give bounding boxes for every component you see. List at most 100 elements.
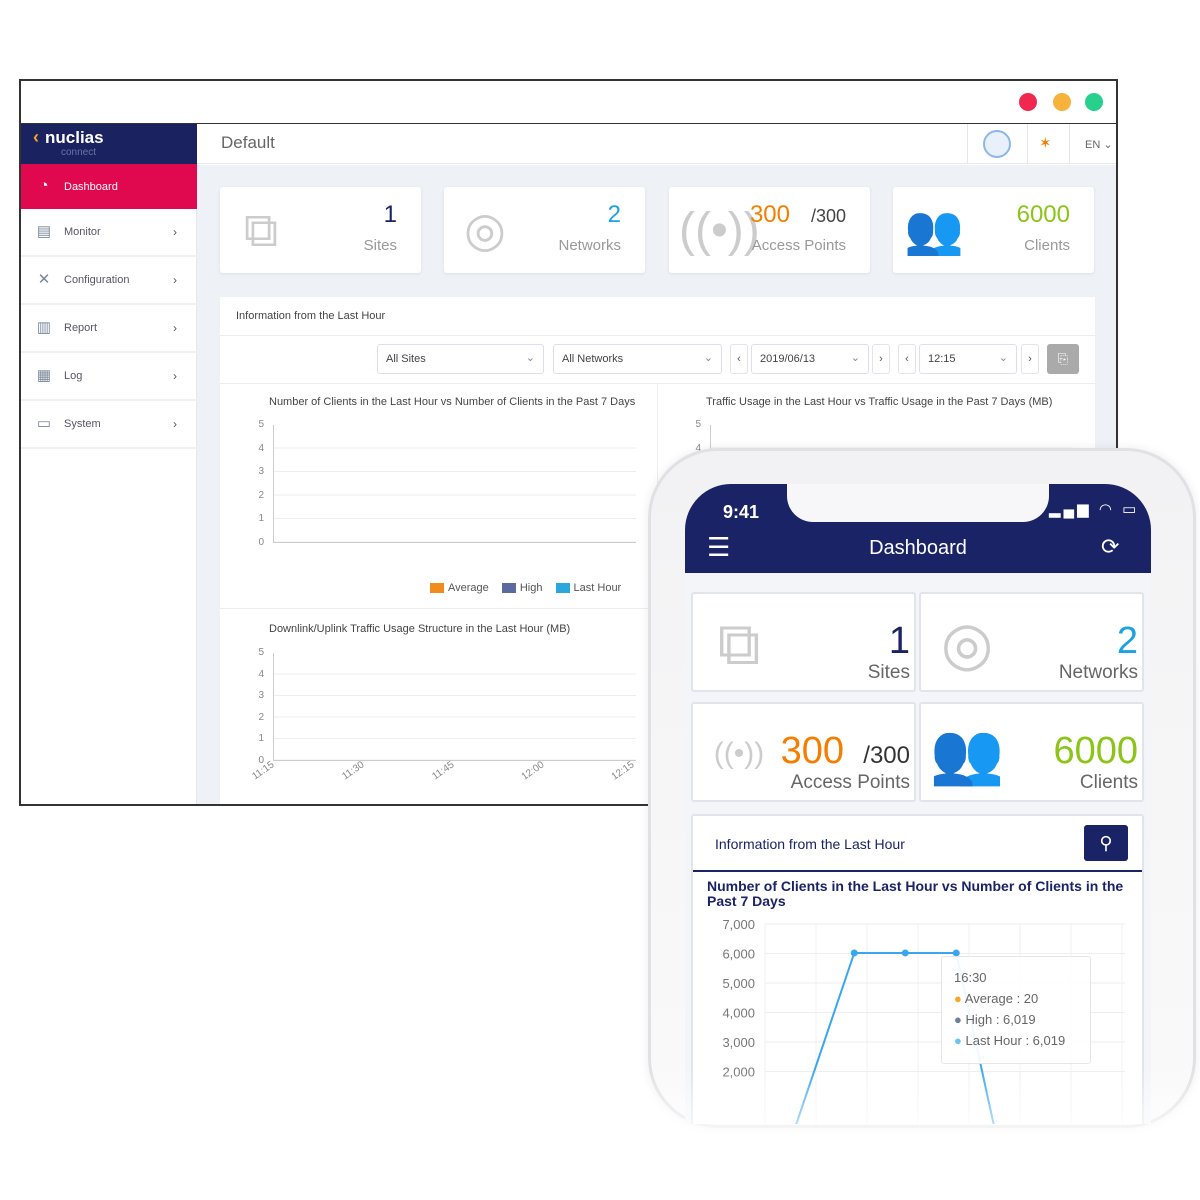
- minimize-button[interactable]: [1053, 93, 1071, 111]
- header-divider: [1027, 124, 1028, 164]
- search-report-button[interactable]: ⎘: [1047, 344, 1079, 374]
- sidebar-item-log[interactable]: ▦ Log ›: [21, 353, 197, 401]
- sidebar: ‹ nuclias connect ◔ Dashboard ▤ Monitor › ✕…: [21, 124, 197, 804]
- monitor-icon: ▤: [36, 223, 52, 240]
- sidebar-item-label: System: [64, 418, 101, 430]
- tooltip-dot: ●: [954, 1033, 962, 1048]
- traffic-structure-chart-area: [273, 653, 636, 761]
- prev-time-button[interactable]: ‹: [898, 344, 916, 374]
- bottom-fade: [640, 1068, 1200, 1200]
- wireless-router-icon: ((•)): [713, 737, 765, 770]
- card-label: Clients: [1079, 772, 1138, 793]
- sidebar-item-label: Configuration: [64, 274, 130, 286]
- network-select[interactable]: All Networks ⌄: [553, 344, 722, 374]
- access-points-card[interactable]: ((•)) 300/300 Access Points: [669, 187, 870, 273]
- data-point[interactable]: [901, 949, 909, 957]
- clients-chart-area: [273, 425, 636, 543]
- users-icon: 👥: [904, 204, 964, 257]
- x-tick-label: 11:30: [340, 759, 367, 783]
- sidebar-item-dashboard[interactable]: ◔ Dashboard: [21, 164, 197, 209]
- globe-icon: ◎: [464, 204, 506, 257]
- sidebar-item-label: Monitor: [64, 226, 101, 238]
- language-select[interactable]: EN ⌄: [1085, 138, 1113, 151]
- magic-wand-icon[interactable]: ✶: [1039, 134, 1052, 152]
- tools-icon: ✕: [37, 271, 51, 288]
- sidebar-item-report[interactable]: ▥ Report ›: [21, 305, 197, 353]
- divider: [220, 335, 1095, 336]
- card-label: Sites: [363, 237, 397, 254]
- sitemap-icon: ⧉: [717, 610, 761, 677]
- wireless-router-icon: ((•)): [679, 204, 760, 257]
- x-tick-label: 11:45: [430, 759, 457, 783]
- refresh-icon[interactable]: ⟳: [1101, 534, 1119, 560]
- prev-date-button[interactable]: ‹: [730, 344, 748, 374]
- chart-title: Downlink/Uplink Traffic Usage Structure …: [269, 623, 571, 635]
- search-button[interactable]: ⚲: [1084, 825, 1128, 861]
- phone-header: 9:41 ▂▄▆ ◠ ▭ ☰ Dashboard ⟳: [685, 484, 1151, 573]
- next-date-button[interactable]: ›: [872, 344, 890, 374]
- phone-networks-card[interactable]: ◎ 2 Networks: [919, 592, 1144, 692]
- legend-swatch: [501, 583, 516, 594]
- card-label: Access Points: [751, 237, 846, 254]
- phone-title: Dashboard: [869, 537, 967, 559]
- select-value: 2019/06/13: [760, 353, 816, 365]
- chevron-right-icon: ›: [173, 273, 177, 287]
- card-total: /300: [810, 206, 846, 226]
- y-tick-label: 7,000: [722, 917, 755, 932]
- card-label: Clients: [1024, 237, 1070, 254]
- sidebar-item-configuration[interactable]: ✕ Configuration ›: [21, 257, 197, 305]
- log-icon: ▦: [36, 367, 52, 384]
- site-select[interactable]: All Sites ⌄: [377, 344, 544, 374]
- card-value: 2: [607, 201, 621, 228]
- tooltip-time: 16:30: [954, 970, 987, 985]
- card-value: 2: [1116, 620, 1138, 662]
- networks-card[interactable]: ◎ 2 Networks: [444, 187, 645, 273]
- x-tick-label: 12:15: [609, 759, 637, 783]
- y-tick-label: 5: [258, 419, 264, 430]
- card-value: 6000: [1053, 730, 1138, 772]
- y-tick-label: 5: [695, 419, 701, 430]
- phone-screen: 9:41 ▂▄▆ ◠ ▭ ☰ Dashboard ⟳ ⧉ 1 Sites ◎ 2 Net…: [685, 484, 1151, 1124]
- data-point[interactable]: [850, 949, 858, 957]
- top-header: Default ✶ EN ⌄: [197, 124, 1116, 164]
- y-tick-label: 1: [258, 513, 264, 524]
- user-avatar-icon[interactable]: [983, 130, 1011, 158]
- page-title: Default: [221, 133, 275, 152]
- card-label: Networks: [1058, 662, 1138, 683]
- clients-card[interactable]: 👥 6000 Clients: [893, 187, 1094, 273]
- date-select[interactable]: 2019/06/13 ⌄: [751, 344, 869, 374]
- system-icon: ▭: [36, 415, 52, 432]
- phone-clients-card[interactable]: 👥 6000 Clients: [919, 702, 1144, 802]
- language-label: EN: [1085, 139, 1101, 151]
- chevron-down-icon: ⌄: [525, 352, 535, 364]
- phone-access-points-card[interactable]: ((•)) 300/300 Access Points: [691, 702, 916, 802]
- legend-swatch: [555, 583, 570, 594]
- maximize-button[interactable]: [1085, 93, 1103, 111]
- legend-label: Average: [448, 582, 489, 594]
- tooltip-row: High : 6,019: [965, 1012, 1036, 1027]
- card-total: /300: [863, 742, 910, 769]
- chevron-right-icon: ›: [173, 417, 177, 431]
- x-tick-label: 12:00: [519, 759, 547, 783]
- sidebar-item-monitor[interactable]: ▤ Monitor ›: [21, 209, 197, 257]
- logo-name: nuclias: [45, 128, 104, 147]
- card-value: 1: [888, 620, 910, 662]
- card-label: Sites: [867, 662, 910, 683]
- time-select[interactable]: 12:15 ⌄: [919, 344, 1017, 374]
- divider: [693, 870, 1142, 872]
- phone-sites-card[interactable]: ⧉ 1 Sites: [691, 592, 916, 692]
- sidebar-item-system[interactable]: ▭ System ›: [21, 401, 197, 449]
- chevron-right-icon: ›: [173, 321, 177, 335]
- tooltip-dot: ●: [954, 991, 962, 1006]
- y-tick-label: 5: [258, 647, 264, 658]
- globe-icon: ◎: [940, 610, 994, 677]
- next-time-button[interactable]: ›: [1021, 344, 1039, 374]
- sites-card[interactable]: ⧉ 1 Sites: [220, 187, 421, 273]
- close-button[interactable]: [1019, 93, 1037, 111]
- chart-tooltip: 16:30 ● Average : 20 ● High : 6,019 ● La…: [941, 956, 1091, 1064]
- y-tick-label: 2: [258, 489, 264, 501]
- legend-swatch: [430, 583, 444, 594]
- tooltip-dot: ●: [954, 1012, 962, 1027]
- legend-label: Last Hour: [573, 582, 622, 594]
- y-tick-label: 3,000: [722, 1035, 755, 1050]
